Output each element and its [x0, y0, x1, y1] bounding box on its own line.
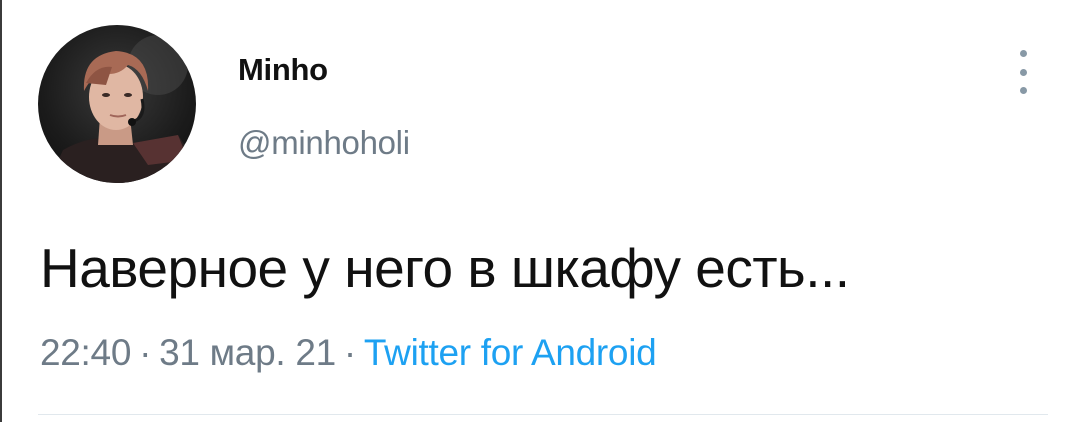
tweet-text: Наверное у него в шкафу есть... — [40, 237, 850, 299]
tweet-card: Minho @minhoholi Наверное у него в шкафу… — [0, 0, 1080, 422]
meta-separator: · — [139, 332, 152, 373]
tweet-time: 22:40 — [40, 332, 132, 373]
meta-separator: · — [343, 332, 356, 373]
tweet-date: 31 мар. 21 — [159, 332, 336, 373]
avatar-photo-icon — [48, 35, 196, 183]
more-dot — [1019, 87, 1027, 94]
avatar[interactable] — [38, 25, 196, 183]
tweet-source-link[interactable]: Twitter for Android — [364, 332, 657, 373]
more-options-icon[interactable] — [1010, 50, 1036, 94]
more-dot — [1019, 68, 1027, 76]
tweet-meta: 22:40 · 31 мар. 21 · Twitter for Android — [40, 332, 657, 374]
author-handle[interactable]: @minhoholi — [238, 124, 410, 162]
author-display-name[interactable]: Minho — [238, 52, 328, 88]
more-dot — [1019, 50, 1027, 57]
divider — [38, 414, 1048, 415]
